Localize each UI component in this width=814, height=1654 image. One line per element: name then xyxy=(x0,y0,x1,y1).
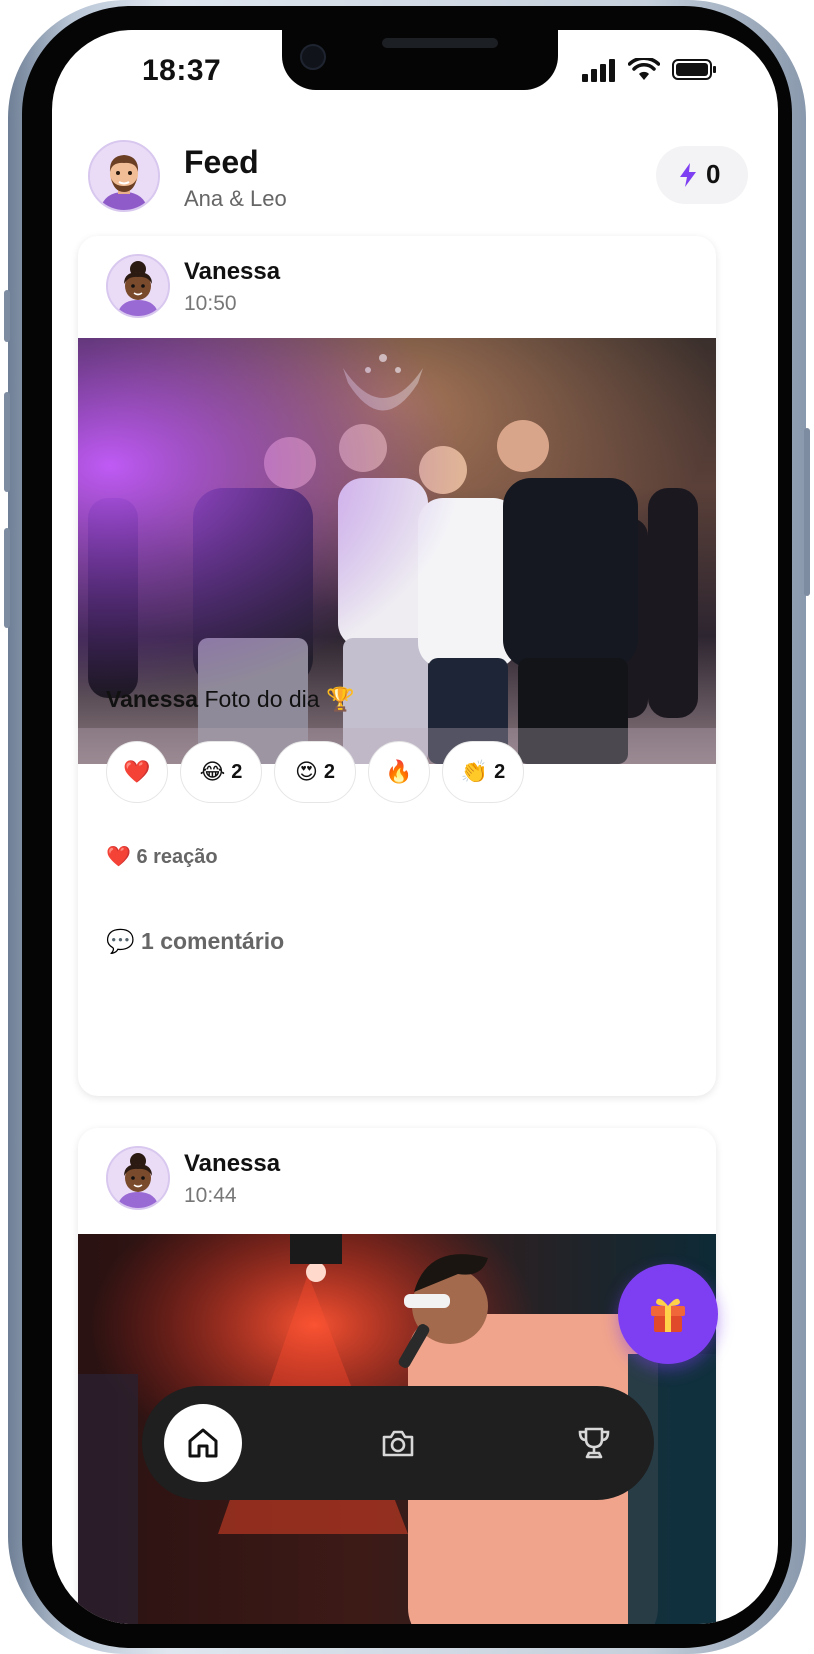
reaction-count: 2 xyxy=(494,760,506,783)
user-avatar[interactable] xyxy=(88,140,160,212)
author-avatar[interactable] xyxy=(106,254,170,318)
reaction-clap-button[interactable]: 👏 2 xyxy=(442,741,524,803)
home-icon xyxy=(188,1428,218,1458)
reaction-count: 2 xyxy=(231,760,243,783)
laughing-face-icon: 😂 xyxy=(199,759,226,785)
status-time: 18:37 xyxy=(142,54,222,87)
tab-bar xyxy=(142,1386,654,1500)
post-time: 10:44 xyxy=(184,1184,237,1207)
page-title: Feed xyxy=(184,144,259,180)
gift-icon xyxy=(651,1298,685,1332)
post-author[interactable]: Vanessa xyxy=(184,1150,280,1178)
signal-icon xyxy=(582,58,616,82)
post-card: Vanessa 10:50 Vanessa Foto do dia 🏆 ❤️ 😂… xyxy=(78,236,716,1096)
reaction-count: 2 xyxy=(323,760,336,783)
feed-header: Feed Ana & Leo 0 xyxy=(88,140,748,220)
battery-icon xyxy=(672,59,716,80)
wifi-icon xyxy=(628,58,660,80)
post-time: 10:50 xyxy=(184,292,237,315)
camera-icon xyxy=(382,1430,414,1457)
reaction-fire-button[interactable]: 🔥 xyxy=(368,741,430,803)
power-button xyxy=(804,428,810,596)
reaction-heart-button[interactable]: ❤️ xyxy=(106,741,168,803)
volume-down-button xyxy=(4,528,10,628)
comments-link[interactable]: 💬 1 comentário xyxy=(106,928,284,955)
points-badge[interactable]: 0 xyxy=(656,146,748,204)
front-camera xyxy=(300,44,326,70)
heart-eyes-icon: 😍 xyxy=(294,759,318,785)
author-avatar[interactable] xyxy=(106,1146,170,1210)
fire-icon: 🔥 xyxy=(385,759,413,785)
caption-author[interactable]: Vanessa xyxy=(106,686,198,712)
post-caption: Vanessa Foto do dia 🏆 xyxy=(106,686,355,713)
gift-button[interactable] xyxy=(618,1264,718,1364)
trophy-icon xyxy=(578,1427,610,1459)
points-value: 0 xyxy=(706,159,721,189)
post-author[interactable]: Vanessa xyxy=(184,258,280,286)
screen: 18:37 Feed Ana & Leo 0 Vanessa 10:50 Van… xyxy=(52,30,778,1624)
caption-text: Foto do dia 🏆 xyxy=(204,686,355,712)
tab-ranking[interactable] xyxy=(555,1404,633,1482)
mute-switch xyxy=(4,290,10,342)
post-card: Vanessa 10:44 xyxy=(78,1128,716,1624)
phone-frame: 18:37 Feed Ana & Leo 0 Vanessa 10:50 Van… xyxy=(4,0,810,1654)
heart-icon: ❤️ xyxy=(123,759,151,785)
tab-home[interactable] xyxy=(164,1404,242,1482)
clapping-hands-icon: 👏 xyxy=(460,759,489,785)
reaction-laugh-button[interactable]: 😂 2 xyxy=(180,741,262,803)
event-name: Ana & Leo xyxy=(184,186,287,211)
reaction-summary[interactable]: ❤️ 6 reação xyxy=(106,844,218,869)
reaction-heart-eyes-button[interactable]: 😍 2 xyxy=(274,741,356,803)
tab-camera[interactable] xyxy=(359,1404,437,1482)
speaker-grille xyxy=(382,38,498,48)
lightning-icon xyxy=(680,163,696,187)
volume-up-button xyxy=(4,392,10,492)
